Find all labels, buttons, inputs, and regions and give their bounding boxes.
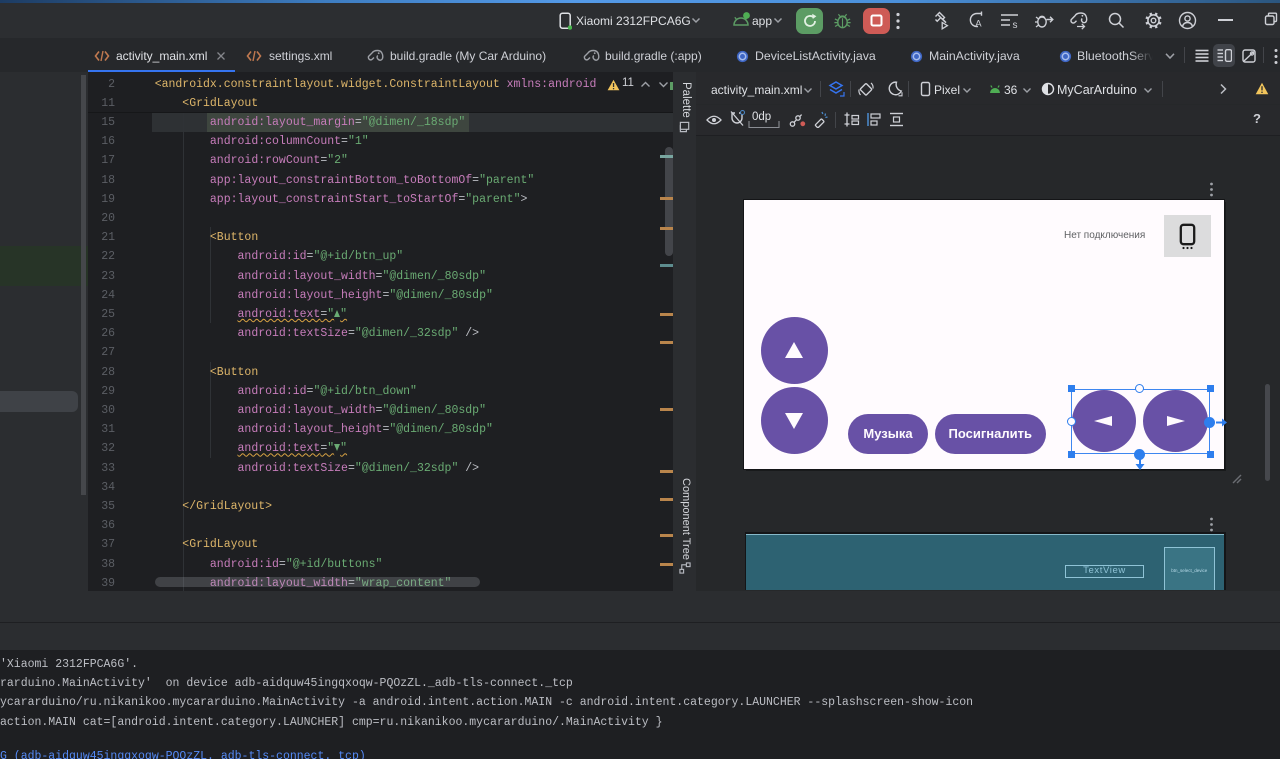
svg-text:s: s (1013, 20, 1018, 30)
svg-text:A: A (975, 19, 982, 30)
